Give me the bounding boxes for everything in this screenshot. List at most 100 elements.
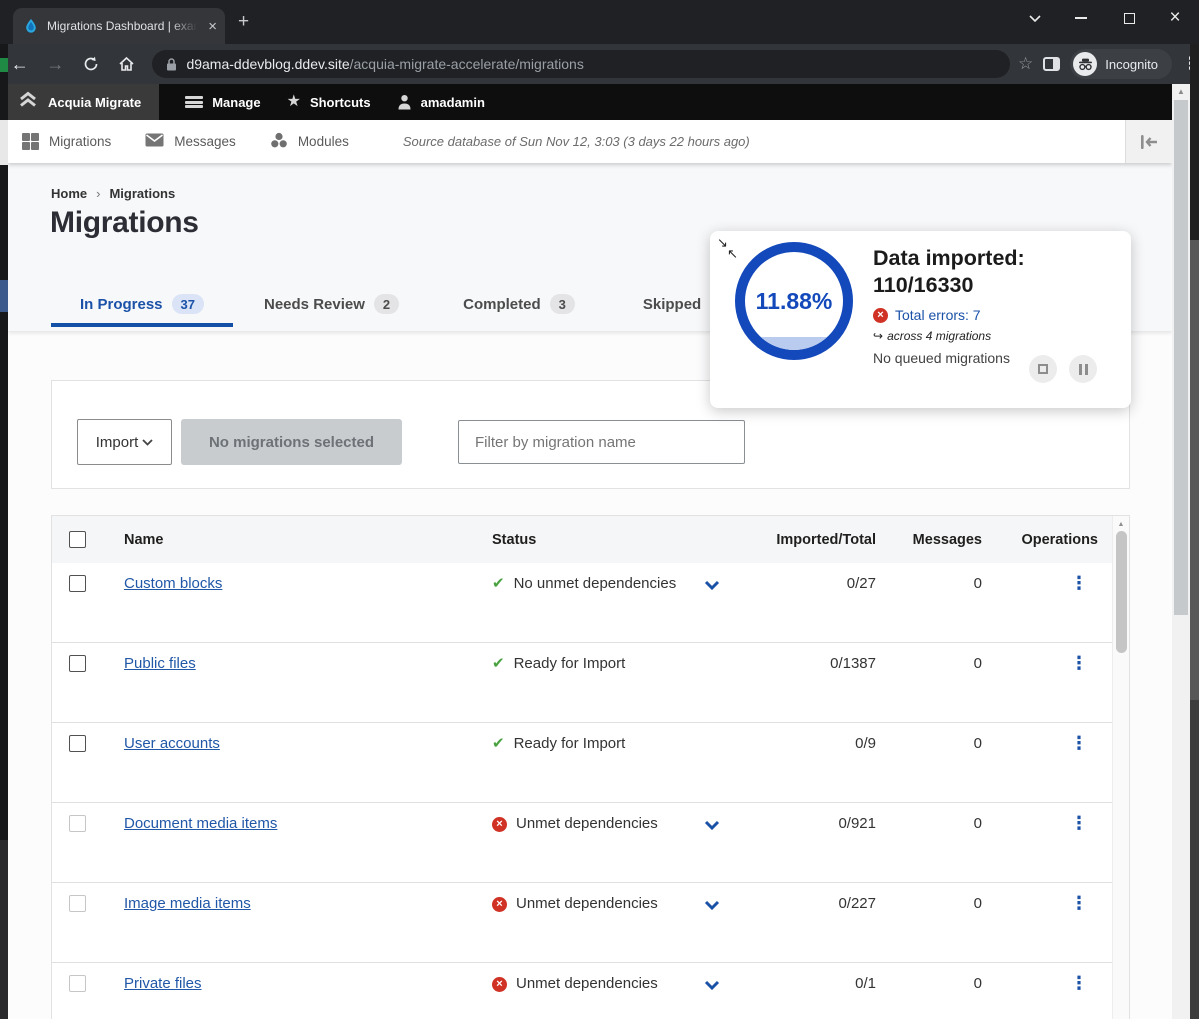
error-icon: × — [873, 308, 888, 323]
data-imported-title: Data imported: 110/16330 — [873, 245, 1118, 299]
filter-input[interactable] — [458, 420, 745, 464]
nav-item-modules[interactable]: Modules — [270, 132, 349, 152]
window-maximize-button[interactable] — [1112, 4, 1146, 32]
page-tab[interactable]: Skipped — [643, 281, 701, 327]
status-label: Unmet dependencies — [516, 895, 658, 912]
user-label: amadamin — [421, 95, 485, 110]
admin-item-user[interactable]: amadamin — [397, 94, 485, 110]
imported-total-value: 0/1 — [748, 975, 876, 1019]
status-label: Ready for Import — [514, 735, 626, 752]
operations-kebab-icon[interactable]: ⋮ — [982, 815, 1112, 882]
operations-kebab-icon[interactable]: ⋮ — [982, 895, 1112, 962]
table-scrollbar-thumb[interactable] — [1116, 531, 1127, 653]
page-tab[interactable]: Completed 3 — [463, 281, 575, 327]
status-chevron-icon[interactable] — [704, 817, 748, 882]
import-label: Import — [96, 434, 139, 451]
source-database-note: Source database of Sun Nov 12, 3:03 (3 d… — [403, 134, 750, 149]
no-migrations-selected-button[interactable]: No migrations selected — [181, 419, 402, 465]
table-scrollbar[interactable]: ▲ — [1112, 516, 1129, 1019]
operations-kebab-icon[interactable]: ⋮ — [982, 655, 1112, 722]
pause-icon — [1079, 364, 1088, 375]
status-cell: ✔ No unmet dependencies — [492, 575, 704, 642]
nav-item-messages[interactable]: Messages — [145, 133, 236, 150]
operations-kebab-icon[interactable]: ⋮ — [982, 735, 1112, 802]
background-window-sliver-right — [1190, 44, 1199, 1019]
row-checkbox[interactable] — [69, 815, 86, 832]
admin-item-manage[interactable]: Manage — [185, 95, 260, 110]
chevron-down-icon — [142, 439, 153, 446]
row-checkbox[interactable] — [69, 655, 86, 672]
migration-name-link[interactable]: Public files — [124, 655, 196, 672]
status-cell: × Unmet dependencies — [492, 975, 704, 1019]
status-chevron-icon[interactable] — [704, 897, 748, 962]
reload-button[interactable] — [75, 49, 107, 79]
address-bar[interactable]: d9ama-ddevblog.ddev.site/acquia-migrate-… — [152, 50, 1010, 78]
page-scrollbar[interactable]: ▲ — [1172, 84, 1190, 1019]
page-tab-label: Skipped — [643, 296, 701, 313]
status-label: Ready for Import — [514, 655, 626, 672]
table-row: Private files × Unmet dependencies 0/1 0… — [52, 963, 1129, 1019]
header-imported: Imported/Total — [748, 532, 876, 548]
migration-name: User accounts — [124, 735, 492, 802]
home-button[interactable] — [111, 49, 143, 79]
browser-tab[interactable]: Migrations Dashboard | example × — [13, 8, 225, 44]
imported-total-value: 0/921 — [748, 815, 876, 882]
row-checkbox[interactable] — [69, 895, 86, 912]
total-errors-link[interactable]: Total errors: 7 — [895, 307, 981, 323]
import-dropdown-button[interactable]: Import — [77, 419, 172, 465]
row-checkbox[interactable] — [69, 575, 86, 592]
hook-arrow-icon: ↪ — [873, 329, 883, 343]
breadcrumb-home-link[interactable]: Home — [51, 186, 87, 201]
migration-name: Image media items — [124, 895, 492, 962]
lock-icon — [166, 58, 177, 71]
table-row: Custom blocks ✔ No unmet dependencies 0/… — [52, 563, 1129, 643]
page-title: Migrations — [50, 206, 199, 240]
stop-button[interactable] — [1029, 355, 1057, 383]
row-checkbox[interactable] — [69, 735, 86, 752]
bookmark-star-icon[interactable]: ☆ — [1018, 54, 1033, 74]
operations-kebab-icon[interactable]: ⋮ — [982, 975, 1112, 1019]
status-chevron-icon[interactable] — [704, 577, 748, 642]
messages-count: 0 — [876, 735, 982, 802]
forward-button[interactable]: → — [40, 49, 72, 79]
pause-button[interactable] — [1069, 355, 1097, 383]
scroll-up-icon[interactable]: ▲ — [1113, 521, 1129, 528]
status-chevron-icon[interactable] — [704, 977, 748, 1019]
page-tab[interactable]: In Progress 37 — [51, 281, 233, 327]
migration-name-link[interactable]: Custom blocks — [124, 575, 222, 592]
migration-name-link[interactable]: User accounts — [124, 735, 220, 752]
page-tab-count-badge: 2 — [374, 294, 399, 314]
row-checkbox[interactable] — [69, 975, 86, 992]
admin-item-shortcuts[interactable]: ★ Shortcuts — [287, 94, 371, 110]
browser-tab-strip: Migrations Dashboard | example × + × — [0, 0, 1199, 44]
status-cell: × Unmet dependencies — [492, 815, 704, 882]
select-all-checkbox[interactable] — [69, 531, 86, 548]
breadcrumb-separator-icon: › — [96, 186, 100, 201]
operations-kebab-icon[interactable]: ⋮ — [982, 575, 1112, 642]
check-icon: ✔ — [492, 575, 505, 593]
header-messages: Messages — [876, 532, 982, 548]
breadcrumb-current: Migrations — [109, 186, 175, 201]
scroll-up-icon[interactable]: ▲ — [1172, 87, 1190, 96]
table-row: Public files ✔ Ready for Import 0/1387 0… — [52, 643, 1129, 723]
window-minimize-button[interactable] — [1064, 4, 1098, 32]
side-panel-icon[interactable] — [1043, 57, 1060, 71]
window-close-button[interactable]: × — [1158, 4, 1192, 32]
page-scrollbar-thumb[interactable] — [1174, 100, 1188, 615]
back-button[interactable]: ← — [4, 49, 36, 79]
browser-toolbar: ← → d9ama-ddevblog.ddev.site/acquia-migr… — [0, 44, 1199, 84]
tab-search-chevron-icon[interactable] — [1018, 4, 1052, 32]
header-status: Status — [492, 532, 704, 548]
tab-close-icon[interactable]: × — [208, 19, 217, 34]
migration-name-link[interactable]: Document media items — [124, 815, 277, 832]
admin-brand-acquia-migrate[interactable]: Acquia Migrate — [8, 84, 159, 120]
collapse-toolbar-button[interactable] — [1125, 120, 1172, 163]
resize-nw-icon[interactable]: ↖ — [727, 246, 738, 262]
migration-name-link[interactable]: Image media items — [124, 895, 251, 912]
progress-percent: 11.88% — [745, 252, 843, 350]
migration-name: Private files — [124, 975, 492, 1019]
new-tab-button[interactable]: + — [238, 11, 249, 33]
page-tab[interactable]: Needs Review 2 — [264, 281, 399, 327]
nav-item-migrations[interactable]: Migrations — [22, 133, 111, 150]
migration-name-link[interactable]: Private files — [124, 975, 202, 992]
